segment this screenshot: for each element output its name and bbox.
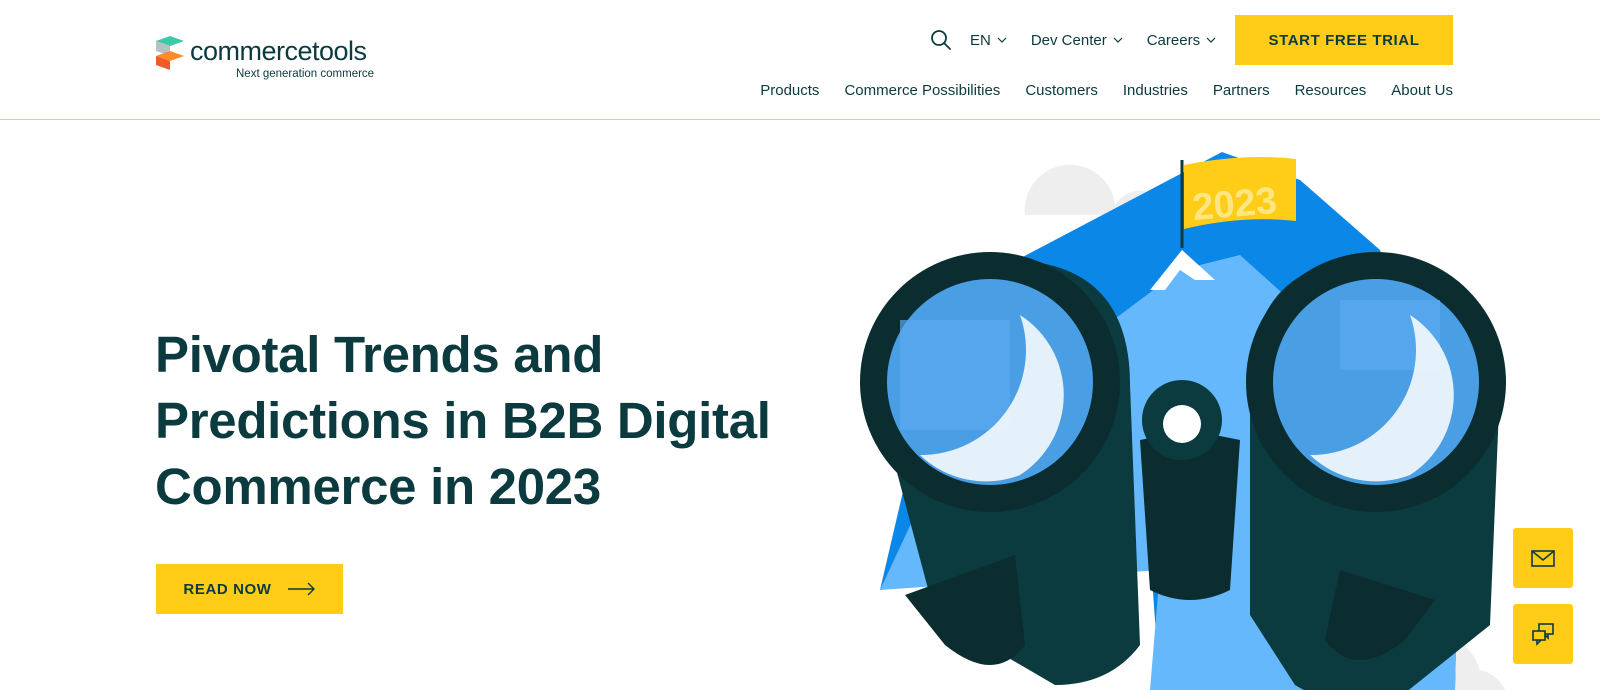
arrow-right-icon (287, 582, 315, 596)
nav-item-partners[interactable]: Partners (1213, 82, 1270, 99)
language-label: EN (970, 31, 991, 49)
language-selector[interactable]: EN (970, 32, 1007, 49)
logo-wordmark: commercetools (190, 36, 367, 66)
nav-item-resources[interactable]: Resources (1295, 82, 1367, 99)
hero-title: Pivotal Trends and Predictions in B2B Di… (155, 322, 835, 520)
flag-year-text: 2023 (1191, 180, 1279, 229)
dev-center-menu[interactable]: Dev Center (1031, 32, 1123, 49)
hero-title-line: Commerce in 2023 (155, 458, 601, 515)
site-header: commercetools Next generation commerce E… (0, 0, 1600, 120)
envelope-icon (1531, 550, 1555, 567)
careers-menu[interactable]: Careers (1147, 32, 1216, 49)
start-free-trial-button[interactable]: START FREE TRIAL (1235, 15, 1453, 65)
chevron-down-icon (997, 37, 1007, 43)
nav-item-industries[interactable]: Industries (1123, 82, 1188, 99)
nav-item-customers[interactable]: Customers (1025, 82, 1098, 99)
logo-tagline: Next generation commerce (236, 68, 375, 80)
main-nav: Products Commerce Possibilities Customer… (735, 82, 1453, 99)
nav-item-commerce-possibilities[interactable]: Commerce Possibilities (844, 82, 1000, 99)
binoculars-illustration: 2023 (860, 152, 1506, 690)
dev-center-label: Dev Center (1030, 31, 1107, 49)
commercetools-logo[interactable]: commercetools Next generation commerce (156, 36, 396, 86)
careers-label: Careers (1146, 31, 1201, 49)
chat-contact-button[interactable] (1513, 604, 1573, 664)
read-now-label: READ NOW (183, 580, 272, 598)
read-now-button[interactable]: READ NOW (156, 564, 343, 614)
chevron-down-icon (1113, 37, 1123, 43)
email-contact-button[interactable] (1513, 528, 1573, 588)
chat-bubbles-icon (1532, 623, 1554, 646)
logo-mark-icon (156, 36, 184, 70)
nav-item-products[interactable]: Products (760, 82, 819, 99)
hero-title-line: Predictions in B2B Digital (155, 392, 771, 449)
nav-item-about-us[interactable]: About Us (1391, 82, 1453, 99)
utility-bar: EN Dev Center Careers (930, 20, 1240, 60)
search-icon[interactable] (930, 29, 952, 51)
chevron-down-icon (1206, 37, 1216, 43)
hero-title-line: Pivotal Trends and (155, 326, 604, 383)
